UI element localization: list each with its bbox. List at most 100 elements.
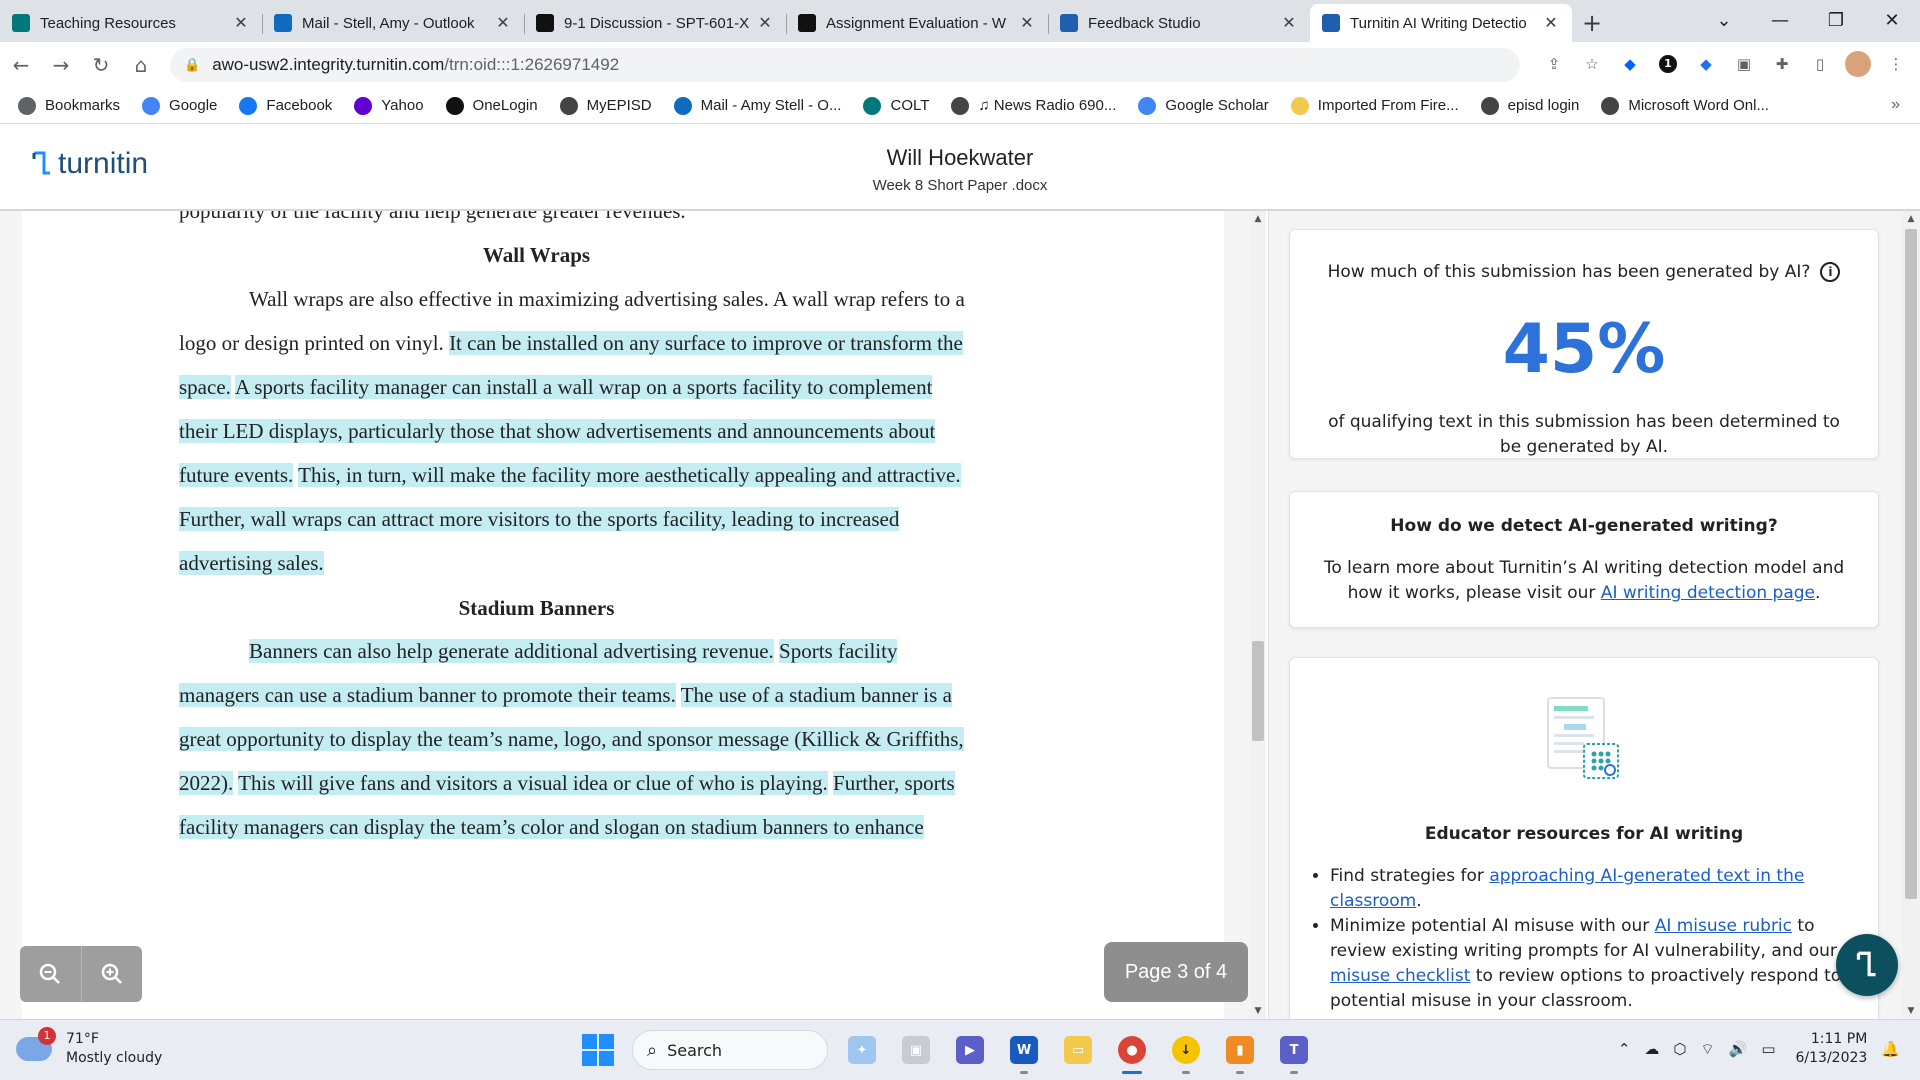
panel-scroll-thumb[interactable] xyxy=(1905,229,1917,899)
document-scroll-thumb[interactable] xyxy=(1252,641,1264,741)
ai-highlighted-text[interactable]: The use of a stadium banner is a xyxy=(680,683,952,707)
forward-button[interactable]: → xyxy=(42,46,80,84)
tab-close-icon[interactable]: ✕ xyxy=(756,13,774,33)
back-button[interactable]: ← xyxy=(2,46,40,84)
browser-menu-icon[interactable]: ⋮ xyxy=(1882,50,1910,78)
tab-close-icon[interactable]: ✕ xyxy=(1542,13,1560,33)
panel-scrollbar[interactable]: ▲ ▼ xyxy=(1902,211,1920,1019)
ai-highlighted-text[interactable]: great opportunity to display the team’s … xyxy=(179,727,964,751)
share-icon[interactable]: ⇪ xyxy=(1540,50,1568,78)
tab-close-icon[interactable]: ✕ xyxy=(1018,13,1036,33)
task-view-app[interactable]: ▣ xyxy=(896,1030,936,1070)
powerpoint-app[interactable]: ▮ xyxy=(1220,1030,1260,1074)
document-viewer[interactable]: popularity of the facility and help gene… xyxy=(0,211,1255,1019)
downloader-app[interactable]: ↓ xyxy=(1166,1030,1206,1074)
bookmark-item[interactable]: COLT xyxy=(863,96,929,115)
battery-icon[interactable]: ▭ xyxy=(1761,1040,1775,1058)
browser-tab[interactable]: Turnitin AI Writing Detectio ✕ xyxy=(1310,4,1572,42)
bookmarks-overflow-button[interactable]: » xyxy=(1891,96,1900,114)
url-bar[interactable]: 🔒 awo-usw2.integrity.turnitin.com/trn:oi… xyxy=(170,48,1520,82)
tab-search-icon[interactable]: ⌄ xyxy=(1696,0,1752,40)
bookmark-item[interactable]: Microsoft Word Onl... xyxy=(1601,96,1769,115)
close-window-button[interactable]: ✕ xyxy=(1864,0,1920,40)
minimize-button[interactable]: — xyxy=(1752,0,1808,40)
reload-button[interactable]: ↻ xyxy=(82,46,120,84)
teams-app[interactable]: T xyxy=(1274,1030,1314,1074)
bookmark-item[interactable]: MyEPISD xyxy=(559,96,652,115)
extensions-puzzle-icon[interactable]: ✚ xyxy=(1768,50,1796,78)
ai-misuse-rubric-link[interactable]: AI misuse rubric xyxy=(1655,916,1792,936)
reader-extension-icon[interactable]: ▣ xyxy=(1730,50,1758,78)
home-button[interactable]: ⌂ xyxy=(122,46,160,84)
ai-highlighted-text[interactable]: their LED displays, particularly those t… xyxy=(179,419,936,443)
ai-highlighted-text[interactable]: advertising sales. xyxy=(179,551,324,575)
profile-avatar[interactable] xyxy=(1844,50,1872,78)
onelogin-extension-icon[interactable]: 1 xyxy=(1654,50,1682,78)
tab-close-icon[interactable]: ✕ xyxy=(232,13,250,33)
bookmark-item[interactable]: Facebook xyxy=(239,96,332,115)
ai-highlighted-text[interactable]: This will give fans and visitors a visua… xyxy=(238,771,828,795)
zoom-in-button[interactable] xyxy=(80,946,143,1002)
widgets-app[interactable]: ✦ xyxy=(842,1030,882,1070)
browser-tab[interactable]: Assignment Evaluation - W ✕ xyxy=(786,4,1048,42)
dropbox-tray-icon[interactable]: ⬡ xyxy=(1673,1040,1686,1058)
bookmark-item[interactable]: Google xyxy=(142,96,217,115)
bookmark-item[interactable]: Mail - Amy Stell - O... xyxy=(673,96,841,115)
extension-icon[interactable]: ◆ xyxy=(1692,50,1720,78)
browser-tab[interactable]: Feedback Studio ✕ xyxy=(1048,4,1310,42)
start-button[interactable] xyxy=(578,1030,618,1070)
bookmark-item[interactable]: Google Scholar xyxy=(1138,96,1269,115)
zoom-out-button[interactable] xyxy=(20,946,81,1002)
ai-highlighted-text[interactable]: Further, sports xyxy=(833,771,955,795)
bookmark-item[interactable]: Yahoo xyxy=(354,96,424,115)
wifi-icon[interactable]: ⌔ xyxy=(1701,1040,1715,1059)
lock-icon[interactable]: 🔒 xyxy=(184,57,200,73)
bookmark-star-icon[interactable]: ☆ xyxy=(1578,50,1606,78)
ai-highlighted-text[interactable]: 2022). xyxy=(179,771,234,795)
taskbar-search[interactable]: ⌕ Search xyxy=(632,1030,828,1070)
word-app[interactable]: W xyxy=(1004,1030,1044,1074)
teams-meet-app[interactable]: ▶ xyxy=(950,1030,990,1070)
restore-button[interactable]: ❐ xyxy=(1808,0,1864,40)
notification-icon[interactable]: 🔔 xyxy=(1881,1040,1900,1058)
bookmark-item[interactable]: OneLogin xyxy=(445,96,538,115)
info-icon[interactable]: i xyxy=(1820,262,1841,282)
weather-widget[interactable]: 1 71°F Mostly cloudy xyxy=(16,1027,162,1068)
browser-tab[interactable]: Teaching Resources ✕ xyxy=(0,4,262,42)
tab-close-icon[interactable]: ✕ xyxy=(494,13,512,33)
ai-highlighted-text[interactable]: Banners can also help generate additiona… xyxy=(249,639,774,663)
ai-detection-page-link[interactable]: AI writing detection page xyxy=(1601,583,1815,603)
tab-close-icon[interactable]: ✕ xyxy=(1280,13,1298,33)
bookmark-item[interactable]: ♫ News Radio 690... xyxy=(951,96,1116,115)
panel-scroll-up-icon[interactable]: ▲ xyxy=(1902,214,1920,224)
ai-highlighted-text[interactable]: This, in turn, will make the facility mo… xyxy=(298,463,961,487)
bookmark-item[interactable]: Bookmarks xyxy=(18,96,120,115)
turnitin-help-button[interactable] xyxy=(1836,934,1898,996)
ai-highlighted-text[interactable]: space. xyxy=(179,375,231,399)
browser-tab[interactable]: 9-1 Discussion - SPT-601-X ✕ xyxy=(524,4,786,42)
file-explorer-app[interactable]: ▭ xyxy=(1058,1030,1098,1070)
chrome-app[interactable]: ● xyxy=(1112,1030,1152,1074)
ai-highlighted-text[interactable]: It can be installed on any surface to im… xyxy=(449,331,963,355)
scroll-up-arrow-icon[interactable]: ▲ xyxy=(1250,214,1266,224)
ai-highlighted-text[interactable]: facility managers can display the team’s… xyxy=(179,815,924,839)
tray-chevron-icon[interactable]: ⌃ xyxy=(1618,1040,1631,1058)
ai-highlighted-text[interactable]: Further, wall wraps can attract more vis… xyxy=(179,507,900,531)
panel-scroll-down-icon[interactable]: ▼ xyxy=(1902,1006,1920,1016)
document-scrollbar[interactable]: ▲ ▼ xyxy=(1250,211,1266,1019)
bookmark-item[interactable]: Imported From Fire... xyxy=(1290,96,1459,115)
ai-highlighted-text[interactable]: managers can use a stadium banner to pro… xyxy=(179,683,676,707)
dropbox-extension-icon[interactable]: ◆ xyxy=(1616,50,1644,78)
new-tab-button[interactable]: + xyxy=(1572,4,1612,42)
side-panel-icon[interactable]: ▯ xyxy=(1806,50,1834,78)
ai-highlighted-text[interactable]: A sports facility manager can install a … xyxy=(234,375,933,399)
onedrive-icon[interactable]: ☁ xyxy=(1644,1040,1659,1058)
browser-tab[interactable]: Mail - Stell, Amy - Outlook ✕ xyxy=(262,4,524,42)
volume-icon[interactable]: 🔊 xyxy=(1729,1040,1748,1058)
clock[interactable]: 1:11 PM 6/13/2023 xyxy=(1796,1030,1868,1068)
ai-highlighted-text[interactable]: Sports facility xyxy=(779,639,898,663)
bookmark-item[interactable]: episd login xyxy=(1480,96,1579,115)
ai-highlighted-text[interactable]: future events. xyxy=(179,463,294,487)
scroll-down-arrow-icon[interactable]: ▼ xyxy=(1250,1006,1266,1016)
turnitin-icon xyxy=(1060,14,1078,32)
